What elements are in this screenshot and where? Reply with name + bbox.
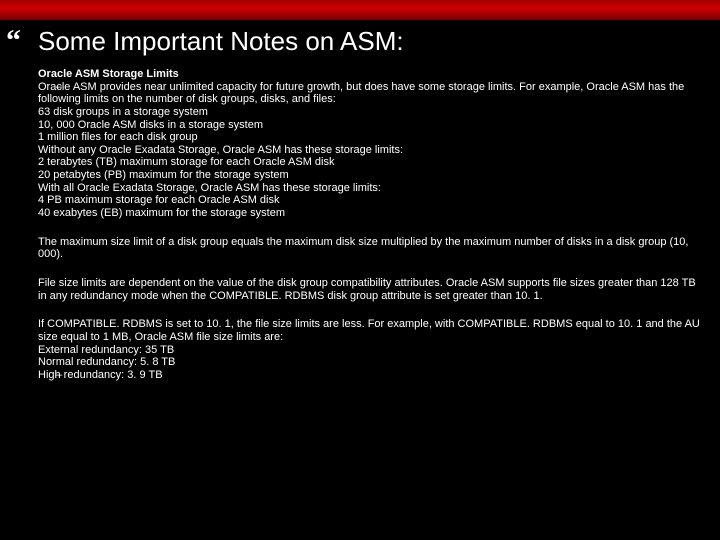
bullet-item: 2 terabytes (TB) maximum storage for eac… (38, 156, 704, 169)
bullet-item: High redundancy: 3. 9 TB (38, 369, 704, 382)
bullet-item: Normal redundancy: 5. 8 TB (38, 356, 704, 369)
left-quote-accent: “ (6, 26, 21, 56)
bullet-item: Oracle ASM provides near unlimited capac… (38, 81, 704, 106)
bullet-item: 63 disk groups in a storage system (38, 106, 704, 119)
slide-title: Some Important Notes on ASM: (38, 26, 404, 57)
top-gradient-bar (0, 0, 720, 20)
bullet-item: 4 PB maximum storage for each Oracle ASM… (38, 194, 704, 207)
bullet-item: Oracle ASM Storage Limits (38, 68, 704, 81)
bullet-item: File size limits are dependent on the va… (38, 277, 704, 302)
bullet-item: With all Oracle Exadata Storage, Oracle … (38, 182, 704, 195)
slide-body: Oracle ASM Storage LimitsOracle ASM prov… (38, 68, 704, 381)
bullet-item: 40 exabytes (EB) maximum for the storage… (38, 207, 704, 220)
bullet-item: 20 petabytes (PB) maximum for the storag… (38, 169, 704, 182)
bullet-item: Without any Oracle Exadata Storage, Orac… (38, 144, 704, 157)
bullet-item: If COMPATIBLE. RDBMS is set to 10. 1, th… (38, 318, 704, 343)
bullet-list: Oracle ASM Storage LimitsOracle ASM prov… (38, 68, 704, 381)
bullet-item: External redundancy: 35 TB (38, 344, 704, 357)
bullet-item: 10, 000 Oracle ASM disks in a storage sy… (38, 119, 704, 132)
bullet-item: The maximum size limit of a disk group e… (38, 236, 704, 261)
bullet-item: 1 million files for each disk group (38, 131, 704, 144)
